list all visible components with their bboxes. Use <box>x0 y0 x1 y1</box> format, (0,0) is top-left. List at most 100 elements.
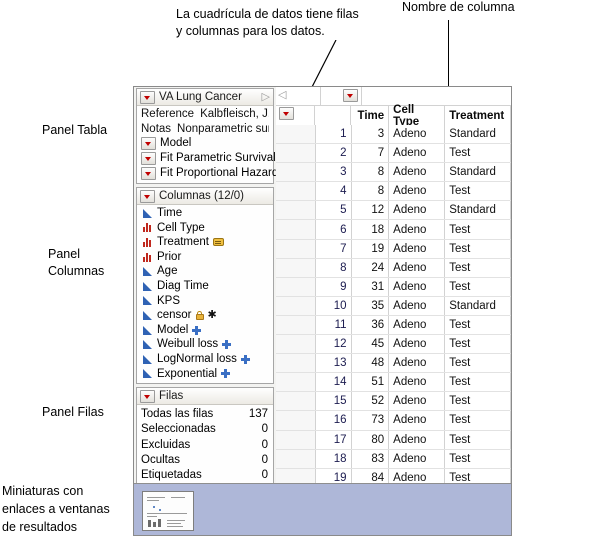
row-number-cell[interactable]: 4 <box>316 182 352 201</box>
cell-cell-type[interactable]: Adeno <box>389 277 446 296</box>
cell-cell-type[interactable]: Adeno <box>389 392 446 411</box>
cell-treatment[interactable]: Test <box>445 373 511 392</box>
cell-cell-type[interactable]: Adeno <box>389 220 446 239</box>
cell-treatment[interactable]: Test <box>445 449 511 468</box>
result-thumbnail[interactable] <box>142 491 194 531</box>
table-row[interactable]: 14 51 Adeno Test <box>276 373 511 393</box>
cell-cell-type[interactable]: Adeno <box>389 411 446 430</box>
red-triangle-menu-icon[interactable] <box>140 189 155 203</box>
cell-treatment[interactable]: Test <box>445 411 511 430</box>
cell-cell-type[interactable]: Adeno <box>389 182 446 201</box>
cell-time[interactable]: 24 <box>352 258 390 277</box>
row-select-cell[interactable] <box>276 182 316 201</box>
table-row[interactable]: 3 8 Adeno Standard <box>276 163 511 183</box>
row-select-cell[interactable] <box>276 392 316 411</box>
cell-cell-type[interactable]: Adeno <box>389 335 446 354</box>
row-select-cell[interactable] <box>276 411 316 430</box>
cell-treatment[interactable]: Test <box>445 277 511 296</box>
row-select-cell[interactable] <box>276 373 316 392</box>
row-select-cell[interactable] <box>276 430 316 449</box>
row-select-cell[interactable] <box>276 449 316 468</box>
table-row[interactable]: 18 83 Adeno Test <box>276 449 511 469</box>
cell-cell-type[interactable]: Adeno <box>389 354 446 373</box>
cell-treatment[interactable]: Test <box>445 430 511 449</box>
chevron-right-icon[interactable]: ▷ <box>262 91 270 103</box>
red-triangle-menu-icon[interactable] <box>140 90 155 104</box>
column-item-prior[interactable]: Prior <box>137 250 273 265</box>
cell-time[interactable]: 80 <box>352 430 390 449</box>
row-select-cell[interactable] <box>276 201 316 220</box>
cell-cell-type[interactable]: Adeno <box>389 239 446 258</box>
cell-treatment[interactable]: Standard <box>445 163 511 182</box>
rows-panel-header[interactable]: Filas <box>137 388 273 406</box>
table-script-item[interactable]: Fit Parametric Survival <box>137 151 276 166</box>
row-number-cell[interactable]: 3 <box>316 163 352 182</box>
cell-time[interactable]: 31 <box>352 277 390 296</box>
table-row[interactable]: 7 19 Adeno Test <box>276 239 511 259</box>
cell-treatment[interactable]: Test <box>445 239 511 258</box>
table-panel-header[interactable]: VA Lung Cancer ▷ <box>137 89 273 106</box>
table-row[interactable]: 12 45 Adeno Test <box>276 335 511 355</box>
cell-cell-type[interactable]: Adeno <box>389 144 446 163</box>
row-number-cell[interactable]: 5 <box>316 201 352 220</box>
cell-cell-type[interactable]: Adeno <box>389 258 446 277</box>
cell-time[interactable]: 52 <box>352 392 390 411</box>
cell-time[interactable]: 35 <box>352 296 390 315</box>
row-select-cell[interactable] <box>276 315 316 335</box>
row-select-cell[interactable] <box>276 125 316 144</box>
column-item-model[interactable]: Model <box>137 323 273 338</box>
cell-treatment[interactable]: Test <box>445 182 511 201</box>
cell-cell-type[interactable]: Adeno <box>389 315 446 335</box>
row-select-cell[interactable] <box>276 144 316 163</box>
cell-time[interactable]: 73 <box>352 411 390 430</box>
column-item-cell-type[interactable]: Cell Type <box>137 221 273 236</box>
column-item-kps[interactable]: KPS <box>137 294 273 309</box>
table-script-item[interactable]: Model <box>137 136 273 151</box>
row-select-cell[interactable] <box>276 296 316 315</box>
cell-time[interactable]: 45 <box>352 335 390 354</box>
column-item-exponential[interactable]: Exponential <box>137 367 273 382</box>
column-header-time[interactable]: Time <box>351 106 390 126</box>
red-triangle-menu-icon[interactable] <box>279 107 294 120</box>
cell-cell-type[interactable]: Adeno <box>389 373 446 392</box>
cell-cell-type[interactable]: Adeno <box>389 430 446 449</box>
row-number-cell[interactable]: 13 <box>316 354 352 373</box>
cell-treatment[interactable]: Test <box>445 335 511 354</box>
table-row[interactable]: 1 3 Adeno Standard <box>276 125 511 145</box>
rows-item-labelled[interactable]: Etiquetadas 0 <box>137 468 273 483</box>
chevron-left-icon[interactable]: ◁ <box>278 88 286 101</box>
cell-cell-type[interactable]: Adeno <box>389 449 446 468</box>
row-number-cell[interactable]: 7 <box>316 239 352 258</box>
table-row[interactable]: 16 73 Adeno Test <box>276 411 511 431</box>
row-select-cell[interactable] <box>276 220 316 239</box>
table-row[interactable]: 15 52 Adeno Test <box>276 392 511 412</box>
row-number-cell[interactable]: 17 <box>316 430 352 449</box>
rows-item-hidden[interactable]: Ocultas 0 <box>137 453 273 468</box>
cell-treatment[interactable]: Test <box>445 315 511 335</box>
row-select-cell[interactable] <box>276 354 316 373</box>
row-number-cell[interactable]: 8 <box>316 258 352 277</box>
grid-header-corner[interactable] <box>276 106 316 126</box>
table-row[interactable]: 4 8 Adeno Test <box>276 182 511 202</box>
row-number-cell[interactable]: 15 <box>316 392 352 411</box>
cell-time[interactable]: 51 <box>352 373 390 392</box>
row-select-cell[interactable] <box>276 163 316 182</box>
grid-corner-left[interactable]: ◁ <box>276 87 321 105</box>
column-item-censor[interactable]: censor ✱ <box>137 308 273 323</box>
cell-cell-type[interactable]: Adeno <box>389 201 446 220</box>
cell-time[interactable]: 48 <box>352 354 390 373</box>
row-number-cell[interactable]: 2 <box>316 144 352 163</box>
rows-item-all[interactable]: Todas las filas 137 <box>137 407 273 422</box>
cell-time[interactable]: 18 <box>352 220 390 239</box>
columns-panel-header[interactable]: Columnas (12/0) <box>137 188 273 205</box>
row-select-cell[interactable] <box>276 277 316 296</box>
grid-rows-container[interactable]: 1 3 Adeno Standard 2 7 Adeno Test 3 8 Adeno Standar… <box>276 125 511 519</box>
table-row[interactable]: 5 12 Adeno Standard <box>276 201 511 221</box>
cell-treatment[interactable]: Test <box>445 220 511 239</box>
row-select-cell[interactable] <box>276 335 316 354</box>
row-number-cell[interactable]: 12 <box>316 335 352 354</box>
cell-cell-type[interactable]: Adeno <box>389 296 446 315</box>
row-number-cell[interactable]: 10 <box>316 296 352 315</box>
rows-item-selected[interactable]: Seleccionadas 0 <box>137 422 273 437</box>
cell-treatment[interactable]: Test <box>445 144 511 163</box>
